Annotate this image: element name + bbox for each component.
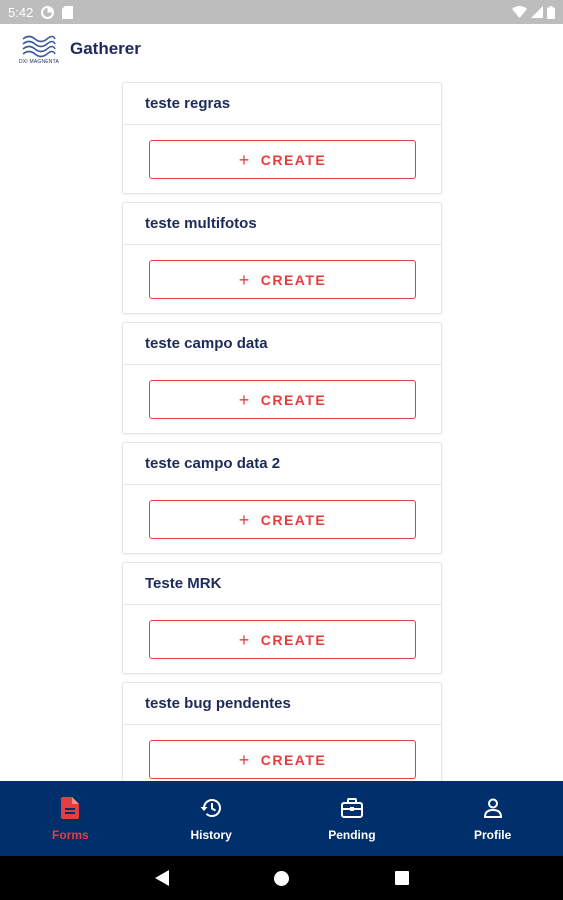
logo-waves-icon xyxy=(22,35,56,57)
form-card: Teste MRK + CREATE xyxy=(122,562,442,674)
app-logo: DXI MAGNENTA xyxy=(16,30,62,68)
app-bar: DXI MAGNENTA Gatherer xyxy=(0,24,563,74)
form-card: teste campo data + CREATE xyxy=(122,322,442,434)
nav-item-profile[interactable]: Profile xyxy=(422,781,563,856)
create-button[interactable]: + CREATE xyxy=(149,740,416,779)
create-button[interactable]: + CREATE xyxy=(149,380,416,419)
nav-item-pending[interactable]: Pending xyxy=(282,781,423,856)
plus-icon: + xyxy=(238,389,251,410)
data-saver-icon xyxy=(41,5,55,19)
recents-button[interactable] xyxy=(342,871,462,885)
person-icon xyxy=(483,796,503,820)
nav-item-history[interactable]: History xyxy=(141,781,282,856)
nav-label-history: History xyxy=(190,827,232,842)
home-button[interactable] xyxy=(222,870,342,886)
form-title: teste regras xyxy=(123,83,441,125)
form-card: teste multifotos + CREATE xyxy=(122,202,442,314)
form-title: Teste MRK xyxy=(123,563,441,605)
form-card: teste campo data 2 + CREATE xyxy=(122,442,442,554)
create-button[interactable]: + CREATE xyxy=(149,620,416,659)
wifi-icon xyxy=(512,6,527,18)
create-label: CREATE xyxy=(260,751,327,768)
form-title: teste multifotos xyxy=(123,203,441,245)
bottom-nav: Forms History Pending Profile xyxy=(0,781,563,856)
form-card: teste bug pendentes + CREATE xyxy=(122,682,442,781)
logo-caption: DXI MAGNENTA xyxy=(18,58,60,65)
system-nav-bar xyxy=(0,856,563,900)
signal-icon xyxy=(531,6,543,18)
status-time: 5:42 xyxy=(8,4,34,20)
recents-square-icon xyxy=(394,871,409,885)
plus-icon: + xyxy=(238,509,251,530)
status-right xyxy=(512,5,555,19)
create-label: CREATE xyxy=(260,511,327,528)
back-triangle-icon xyxy=(154,870,169,886)
nav-item-forms[interactable]: Forms xyxy=(0,781,141,856)
briefcase-icon xyxy=(340,796,363,820)
plus-icon: + xyxy=(238,629,251,650)
nav-label-pending: Pending xyxy=(328,827,376,842)
plus-icon: + xyxy=(238,749,251,770)
app-title: Gatherer xyxy=(70,39,141,58)
home-circle-icon xyxy=(274,870,289,886)
create-label: CREATE xyxy=(260,631,327,648)
document-icon xyxy=(61,796,80,820)
back-button[interactable] xyxy=(102,870,222,886)
form-title: teste campo data 2 xyxy=(123,443,441,485)
create-label: CREATE xyxy=(260,271,327,288)
create-label: CREATE xyxy=(260,391,327,408)
nav-label-profile: Profile xyxy=(473,827,512,842)
form-title: teste campo data xyxy=(123,323,441,365)
status-left: 5:42 xyxy=(8,4,74,20)
create-button[interactable]: + CREATE xyxy=(149,500,416,539)
create-label: CREATE xyxy=(260,151,327,168)
battery-icon xyxy=(547,5,555,19)
form-card: teste regras + CREATE xyxy=(122,82,442,194)
form-title: teste bug pendentes xyxy=(123,683,441,725)
forms-list[interactable]: teste regras + CREATE teste multifotos +… xyxy=(0,74,563,781)
nav-label-forms: Forms xyxy=(52,827,89,842)
sd-card-icon xyxy=(62,5,74,19)
history-icon xyxy=(200,796,222,820)
plus-icon: + xyxy=(238,149,251,170)
plus-icon: + xyxy=(238,269,251,290)
create-button[interactable]: + CREATE xyxy=(149,140,416,179)
create-button[interactable]: + CREATE xyxy=(149,260,416,299)
status-bar: 5:42 xyxy=(0,0,563,24)
